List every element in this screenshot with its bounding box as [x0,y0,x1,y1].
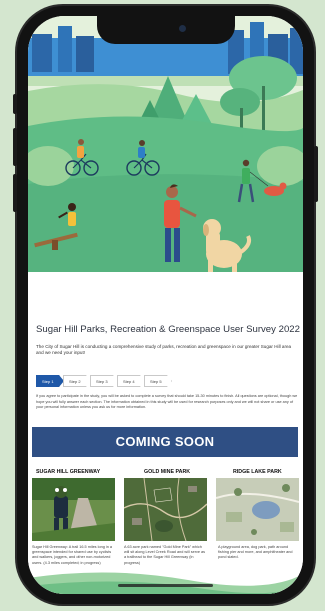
home-indicator [118,584,213,587]
step-progress: Step 1 Step 2 Step 3 Step 4 Step 5 [36,375,172,387]
step-2-tab[interactable]: Step 2 [63,375,91,387]
step-1-tab[interactable]: Step 1 [36,375,64,387]
phone-frame: Sugar Hill Parks, Recreation & Greenspac… [13,6,318,604]
volume-down-button [13,174,17,212]
footer-wave [28,572,303,594]
park-title-gold-mine: GOLD MINE PARK [144,469,191,475]
consent-text: If you agree to participate in the study… [36,394,298,410]
step-5-tab[interactable]: Step 5 [144,375,172,387]
notch [97,16,235,44]
page-title: Sugar Hill Parks, Recreation & Greenspac… [36,324,300,335]
park-desc-greenway: Sugar Hill Greenway: A trail 16.5 miles … [32,545,112,565]
survey-intro: The City of Sugar Hill is conducting a c… [36,344,292,356]
step-3-tab[interactable]: Step 3 [90,375,118,387]
park-title-ridge-lake: RIDGE LAKE PARK [233,469,282,475]
volume-up-button [13,128,17,166]
parks-section: SUGAR HILL GREENWAY Sugar Hill Greenway:… [28,463,303,594]
power-button [314,146,318,202]
gold-mine-aerial-map [124,478,207,541]
hero-illustration [28,16,303,290]
screen: Sugar Hill Parks, Recreation & Greenspac… [28,16,303,594]
greenway-photo [32,478,115,541]
mute-switch [13,94,17,114]
ridge-lake-site-plan [216,478,299,541]
park-desc-ridge-lake: A playground area, dog park, path around… [218,545,293,560]
step-4-tab[interactable]: Step 4 [117,375,145,387]
park-desc-gold-mine: A 63 acre park named "Gold Mine Park" wh… [124,545,206,565]
coming-soon-banner: COMING SOON [32,427,298,457]
camera-icon [179,25,186,32]
park-title-greenway: SUGAR HILL GREENWAY [36,469,101,475]
